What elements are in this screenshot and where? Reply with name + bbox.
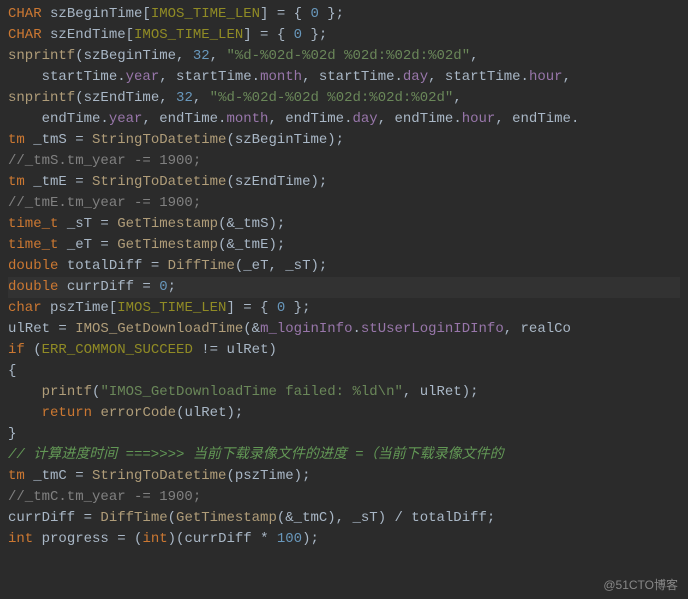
line-13: double totalDiff = DiffTime(_eT, _sT); xyxy=(8,258,327,274)
line-6: endTime.year, endTime.month, endTime.day… xyxy=(8,111,579,127)
line-8: //_tmS.tm_year -= 1900; xyxy=(8,153,201,169)
line-25: currDiff = DiffTime(GetTimestamp(&_tmC),… xyxy=(8,510,495,526)
line-19: printf("IMOS_GetDownloadTime failed: %ld… xyxy=(8,384,479,400)
watermark: @51CTO博客 xyxy=(603,576,678,593)
line-9: tm _tmE = StringToDatetime(szEndTime); xyxy=(8,174,327,190)
line-12: time_t _eT = GetTimestamp(&_tmE); xyxy=(8,237,285,253)
line-1: CHAR szBeginTime[IMOS_TIME_LEN] = { 0 }; xyxy=(8,6,344,22)
line-17: if (ERR_COMMON_SUCCEED != ulRet) xyxy=(8,342,277,358)
code-block: CHAR szBeginTime[IMOS_TIME_LEN] = { 0 };… xyxy=(0,0,688,554)
line-2: CHAR szEndTime[IMOS_TIME_LEN] = { 0 }; xyxy=(8,27,327,43)
line-16: ulRet = IMOS_GetDownloadTime(&m_loginInf… xyxy=(8,321,571,337)
line-26: int progress = (int)(currDiff * 100); xyxy=(8,531,319,547)
line-20: return errorCode(ulRet); xyxy=(8,405,243,421)
line-3: snprintf(szBeginTime, 32, "%d-%02d-%02d … xyxy=(8,48,479,64)
line-5: snprintf(szEndTime, 32, "%d-%02d-%02d %0… xyxy=(8,90,462,106)
line-14: double currDiff = 0; xyxy=(8,277,680,298)
line-24: //_tmC.tm_year -= 1900; xyxy=(8,489,201,505)
line-23: tm _tmC = StringToDatetime(pszTime); xyxy=(8,468,310,484)
line-7: tm _tmS = StringToDatetime(szBeginTime); xyxy=(8,132,344,148)
line-4: startTime.year, startTime.month, startTi… xyxy=(8,69,571,85)
line-10: //_tmE.tm_year -= 1900; xyxy=(8,195,201,211)
line-11: time_t _sT = GetTimestamp(&_tmS); xyxy=(8,216,285,232)
line-22: // 计算进度时间 ===>>>> 当前下载录像文件的进度 =（当前下载录像文件… xyxy=(8,447,504,463)
line-15: char pszTime[IMOS_TIME_LEN] = { 0 }; xyxy=(8,300,311,316)
line-21: } xyxy=(8,426,16,442)
line-18: { xyxy=(8,363,16,379)
